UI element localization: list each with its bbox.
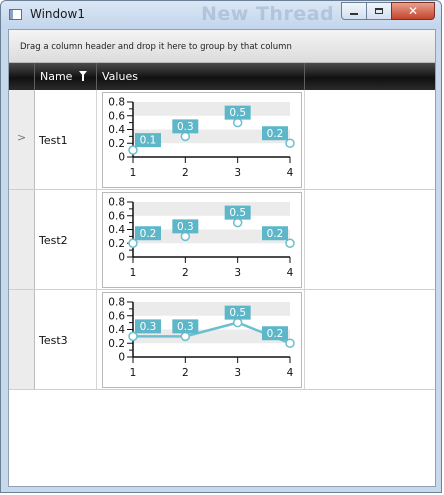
data-point bbox=[232, 117, 243, 128]
data-point bbox=[232, 217, 243, 228]
data-label: 0.1 bbox=[140, 135, 157, 147]
values-cell[interactable]: 0.8 0.6 0.4 0.2 0 1 2 3 4 0.3 0.3 0.5 0.2 bbox=[97, 290, 305, 389]
minimize-icon bbox=[350, 12, 358, 15]
filter-icon[interactable] bbox=[79, 71, 87, 81]
name-cell[interactable]: Test1 bbox=[35, 90, 97, 189]
y-tick-label: 0.8 bbox=[108, 297, 125, 309]
app-window: Window1 New Thread ✕ Drag a column heade… bbox=[0, 0, 442, 493]
column-header-values[interactable]: Values bbox=[97, 63, 305, 90]
window-title: Window1 bbox=[30, 7, 85, 21]
y-tick-label: 0 bbox=[118, 252, 125, 264]
y-tick-label: 0.2 bbox=[108, 138, 125, 150]
x-tick-label: 2 bbox=[182, 267, 189, 279]
name-cell-text: Test1 bbox=[39, 134, 68, 147]
x-tick-label: 2 bbox=[182, 167, 189, 179]
close-button[interactable]: ✕ bbox=[391, 2, 435, 20]
x-tick-label: 1 bbox=[130, 367, 137, 379]
row-indicator[interactable] bbox=[9, 290, 35, 389]
name-cell-text: Test2 bbox=[39, 234, 68, 247]
data-label: 0.2 bbox=[267, 128, 284, 140]
table-row[interactable]: Test3 0.8 0.6 0.4 0.2 0 1 2 3 4 0.3 0.3 0.5 0.2 bbox=[9, 290, 435, 390]
y-tick-label: 0.6 bbox=[108, 310, 125, 322]
title-bar[interactable]: Window1 New Thread ✕ bbox=[1, 1, 441, 29]
data-label: 0.3 bbox=[177, 121, 194, 133]
y-tick-label: 0 bbox=[118, 352, 125, 364]
x-tick-label: 3 bbox=[234, 267, 241, 279]
data-point bbox=[180, 231, 191, 242]
data-point bbox=[285, 238, 295, 248]
data-label: 0.3 bbox=[177, 321, 194, 333]
maximize-icon bbox=[375, 8, 383, 14]
table-row[interactable]: Test2 0.8 0.6 0.4 0.2 0 1 2 3 4 0.2 0.3 0.5 0.2 bbox=[9, 190, 435, 290]
data-point bbox=[285, 138, 295, 148]
name-cell-text: Test3 bbox=[39, 334, 68, 347]
y-tick-label: 0.6 bbox=[108, 110, 125, 122]
y-tick-label: 0 bbox=[118, 152, 125, 164]
group-panel[interactable]: Drag a column header and drop it here to… bbox=[9, 30, 435, 63]
x-tick-label: 4 bbox=[287, 167, 294, 179]
column-header-name[interactable]: Name bbox=[35, 63, 97, 90]
chart-svg: 0.80.6 0.4 0.2 01 2 3 4 0.3 0.3 0.5 0.2 bbox=[108, 297, 295, 379]
x-tick-label: 3 bbox=[234, 167, 241, 179]
values-cell[interactable]: 0.8 0.6 0.4 0.2 0 1 2 3 4 0.2 0.3 0.5 0.2 bbox=[97, 190, 305, 289]
x-tick-label: 4 bbox=[287, 267, 294, 279]
column-header-name-label: Name bbox=[40, 70, 73, 83]
column-header-filler bbox=[305, 63, 437, 90]
maximize-button[interactable] bbox=[366, 2, 392, 20]
data-point bbox=[128, 145, 138, 155]
y-tick-label: 0.4 bbox=[108, 224, 125, 236]
data-point bbox=[180, 131, 191, 142]
data-label: 0.5 bbox=[229, 107, 246, 119]
x-tick-label: 1 bbox=[130, 267, 137, 279]
x-tick-label: 3 bbox=[234, 367, 241, 379]
row-indicator-header bbox=[9, 63, 35, 90]
data-point bbox=[232, 317, 243, 328]
y-tick-label: 0.4 bbox=[108, 124, 125, 136]
current-row-chevron-icon: > bbox=[17, 131, 27, 144]
data-label: 0.2 bbox=[140, 228, 157, 240]
name-cell[interactable]: Test3 bbox=[35, 290, 97, 389]
data-point bbox=[180, 331, 191, 342]
data-label: 0.5 bbox=[229, 307, 246, 319]
column-header-values-label: Values bbox=[102, 70, 138, 83]
x-tick-label: 1 bbox=[130, 167, 137, 179]
x-tick-label: 4 bbox=[287, 367, 294, 379]
data-label: 0.2 bbox=[267, 228, 284, 240]
window-icon[interactable] bbox=[9, 9, 22, 20]
minimize-button[interactable] bbox=[341, 2, 367, 20]
name-cell[interactable]: Test2 bbox=[35, 190, 97, 289]
data-label: 0.5 bbox=[229, 207, 246, 219]
chart-svg: 0.80.6 0.4 0.2 01 2 3 4 0.1 0.3 0.5 0.2 bbox=[108, 97, 295, 179]
sparkline-chart: 0.8 0.6 0.4 0.2 0 1 2 3 4 0.3 0.3 0.5 0.2 bbox=[102, 292, 302, 388]
y-tick-label: 0.2 bbox=[108, 338, 125, 350]
y-tick-label: 0.8 bbox=[108, 97, 125, 109]
data-label: 0.3 bbox=[140, 321, 157, 333]
y-tick-label: 0.2 bbox=[108, 238, 125, 250]
grid-band bbox=[133, 302, 290, 316]
grid-view: Drag a column header and drop it here to… bbox=[8, 29, 436, 487]
table-row[interactable]: > Test1 0.8 0.6 0.4 0.2 0 1 2 3 4 0.1 0.3 0.5 0.2 bbox=[9, 90, 435, 190]
data-point bbox=[285, 338, 295, 348]
values-cell[interactable]: 0.8 0.6 0.4 0.2 0 1 2 3 4 0.1 0.3 0.5 0.2 bbox=[97, 90, 305, 189]
data-label: 0.2 bbox=[267, 328, 284, 340]
sparkline-chart: 0.8 0.6 0.4 0.2 0 1 2 3 4 0.2 0.3 0.5 0.2 bbox=[102, 192, 302, 288]
group-panel-hint: Drag a column header and drop it here to… bbox=[20, 42, 292, 52]
x-tick-label: 2 bbox=[182, 367, 189, 379]
data-point bbox=[128, 331, 138, 342]
grid-band bbox=[133, 102, 290, 116]
data-label: 0.3 bbox=[177, 221, 194, 233]
grid-band bbox=[133, 202, 290, 216]
y-tick-label: 0.6 bbox=[108, 210, 125, 222]
close-icon: ✕ bbox=[407, 4, 419, 18]
column-header-row: Name Values bbox=[9, 63, 435, 90]
chart-svg: 0.80.6 0.4 0.2 01 2 3 4 0.2 0.3 0.5 0.2 bbox=[108, 197, 295, 279]
row-indicator[interactable] bbox=[9, 190, 35, 289]
y-tick-label: 0.8 bbox=[108, 197, 125, 209]
sparkline-chart: 0.8 0.6 0.4 0.2 0 1 2 3 4 0.1 0.3 0.5 0.2 bbox=[102, 92, 302, 188]
data-point bbox=[128, 238, 138, 248]
y-tick-label: 0.4 bbox=[108, 324, 125, 336]
background-window-title: New Thread bbox=[201, 3, 335, 25]
row-indicator[interactable]: > bbox=[9, 90, 35, 189]
